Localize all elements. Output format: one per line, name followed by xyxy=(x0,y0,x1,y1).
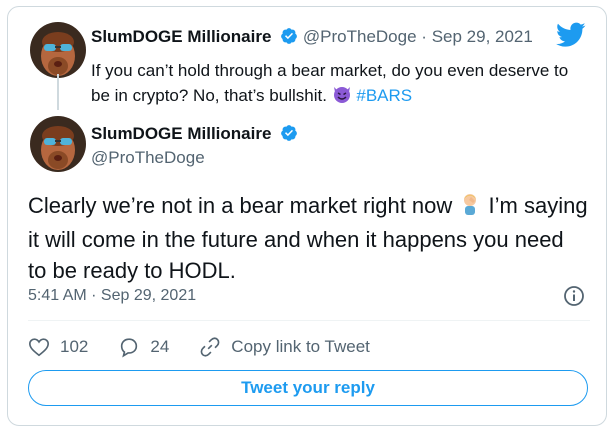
tweet-date[interactable]: Sep 29, 2021 xyxy=(432,27,533,46)
like-count: 102 xyxy=(60,337,89,356)
twitter-logo-icon[interactable] xyxy=(556,22,586,53)
quoted-tweet-text: If you can’t hold through a bear market,… xyxy=(91,58,571,111)
verified-badge-icon xyxy=(280,27,298,50)
copy-link-button[interactable]: Copy link to Tweet xyxy=(199,336,370,358)
main-tweet-text: Clearly we’re not in a bear market right… xyxy=(28,190,588,286)
tweet-actions-bar: 102 24 Copy link to Tweet xyxy=(28,336,400,358)
avatar[interactable] xyxy=(30,116,86,172)
like-button[interactable]: 102 xyxy=(28,336,88,358)
smiling-devil-icon xyxy=(332,84,352,111)
speech-bubble-icon xyxy=(121,338,138,358)
link-icon xyxy=(200,337,220,357)
tweet-your-reply-button[interactable]: Tweet your reply xyxy=(28,370,588,406)
hashtag-link[interactable]: #BARS xyxy=(356,86,412,105)
dot-separator: · xyxy=(421,27,427,46)
thread-connector xyxy=(57,74,59,110)
author-handle[interactable]: @ProTheDoge xyxy=(91,148,205,168)
author-name[interactable]: SlumDOGE Millionaire xyxy=(91,124,271,143)
verified-badge-icon xyxy=(280,124,298,147)
main-text-part-1: Clearly we’re not in a bear market right… xyxy=(28,193,459,218)
reply-button[interactable]: 24 xyxy=(118,336,169,358)
divider xyxy=(28,320,590,321)
quoted-tweet-header: SlumDOGE Millionaire @ProTheDoge · Sep 2… xyxy=(91,27,533,50)
heart-icon xyxy=(29,338,49,357)
copy-link-label: Copy link to Tweet xyxy=(231,337,370,356)
author-name[interactable]: SlumDOGE Millionaire xyxy=(91,27,271,46)
author-handle[interactable]: @ProTheDoge xyxy=(303,27,417,46)
info-icon[interactable] xyxy=(563,285,585,312)
main-tweet-author: SlumDOGE Millionaire xyxy=(91,124,298,147)
quoted-text-body: If you can’t hold through a bear market,… xyxy=(91,61,569,105)
avatar[interactable] xyxy=(30,22,86,78)
person-facepalming-icon xyxy=(458,192,482,224)
tweet-timestamp[interactable]: 5:41 AM · Sep 29, 2021 xyxy=(28,287,196,305)
reply-count: 24 xyxy=(150,337,170,356)
